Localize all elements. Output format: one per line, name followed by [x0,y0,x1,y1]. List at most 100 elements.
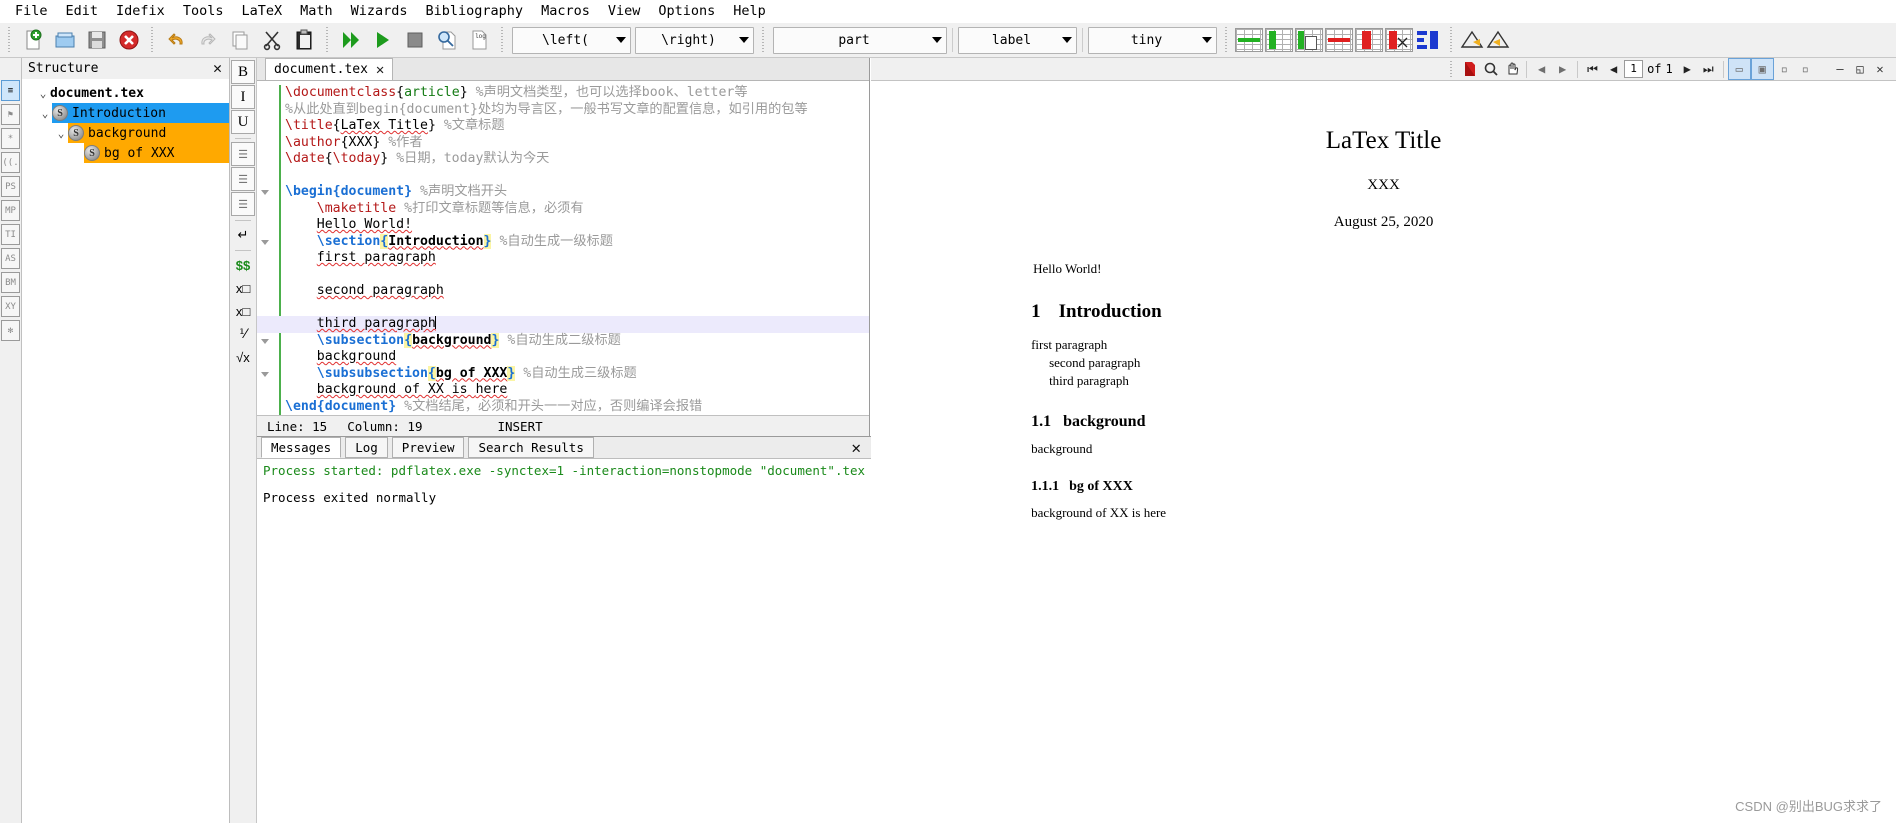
code-line[interactable]: second paragraph [285,283,869,300]
toolbar-grip-7[interactable] [1448,27,1455,53]
fold-triangle-icon[interactable] [261,190,269,195]
tab-log[interactable]: Log [345,437,388,458]
chevron-down-icon[interactable]: ⌄ [38,107,52,120]
view-pdf-button[interactable] [431,24,463,56]
fold-triangle-icon[interactable] [261,239,269,245]
bookmarks-view-icon[interactable]: ⚑ [1,104,20,125]
align-center-button[interactable]: ☰ [231,167,255,191]
structure-view-icon[interactable]: ≡ [1,80,20,101]
fold-triangle-icon[interactable] [261,338,269,344]
menu-item-bibliography[interactable]: Bibliography [417,1,533,21]
code-line[interactable]: \end{document} %文档结尾，必须和开头一一对应，否则编译会报错 [285,399,869,416]
menu-item-options[interactable]: Options [649,1,724,21]
stop-compile-button[interactable] [399,24,431,56]
chevron-down-icon[interactable]: ⌄ [36,87,50,100]
menu-item-view[interactable]: View [599,1,650,21]
tab-messages[interactable]: Messages [261,437,342,458]
bold-button[interactable]: B [231,60,255,84]
tree-item-background[interactable]: ⌄ Sbackground [58,123,229,143]
close-icon[interactable]: ✕ [210,61,225,76]
restore-dock-button[interactable]: ◱ [1851,61,1869,77]
close-icon[interactable]: ✕ [851,438,861,457]
pdf-page[interactable]: LaTex Title XXX August 25, 2020 Hello Wo… [871,81,1896,823]
toolbar-grip-3[interactable] [324,27,331,53]
previous-page-icon[interactable]: ◀ [1603,59,1624,79]
copy-button[interactable] [224,24,256,56]
code-line[interactable]: background of XX is here [285,382,869,399]
ti-symbols-view-icon[interactable]: TI [1,224,20,245]
underline-button[interactable]: U [231,110,255,134]
code-line[interactable]: \maketitle %打印文章标题等信息，必须有 [285,201,869,218]
subscript-button[interactable]: x□ [232,277,254,299]
menu-item-edit[interactable]: Edit [57,1,108,21]
warning-indicator-2-button[interactable] [1485,29,1511,51]
open-pdf-external-icon[interactable] [1459,59,1480,79]
tree-item-bg-of-xxx[interactable]: Sbg of XXX [84,143,229,163]
back-arrow-icon[interactable]: ◀ [1531,59,1552,79]
left-delimiter-select[interactable]: \left( [512,26,631,54]
superscript-button[interactable]: x□ [232,300,254,322]
code-line[interactable]: \section{Introduction} %自动生成一级标题 [285,233,869,251]
close-icon[interactable]: ✕ [376,62,384,78]
code-line[interactable] [285,168,869,185]
code-editor[interactable]: \documentclass{article} %声明文档类型，也可以选择boo… [257,81,869,415]
new-document-button[interactable] [17,24,49,56]
paste-column-button[interactable] [1295,28,1323,52]
chevron-down-icon[interactable]: ⌄ [54,127,68,140]
close-document-button[interactable] [113,24,145,56]
code-line[interactable]: first paragraph [285,250,869,267]
last-page-icon[interactable]: ⏭ [1698,59,1719,79]
open-document-button[interactable] [49,24,81,56]
tree-root-document[interactable]: ⌄ document.tex [22,83,229,103]
code-line[interactable]: third paragraph [257,316,869,333]
brackets-view-icon[interactable]: ((. [1,152,20,173]
toolbar-grip-1[interactable] [6,27,13,53]
next-page-icon[interactable]: ▶ [1677,59,1698,79]
newline-button[interactable]: ↵ [232,224,254,246]
fit-width-icon[interactable]: ▭ [1727,58,1751,80]
menu-item-macros[interactable]: Macros [532,1,599,21]
insert-column-left-button[interactable] [1265,28,1293,52]
paste-button[interactable] [288,24,320,56]
cut-button[interactable] [256,24,288,56]
compile-button[interactable] [367,24,399,56]
cut-column-button[interactable] [1385,28,1413,52]
reference-type-select[interactable]: label [958,26,1077,54]
code-line[interactable]: \begin{document} %声明文档开头 [285,184,869,201]
delete-column-button[interactable] [1355,28,1383,52]
menu-item-wizards[interactable]: Wizards [342,1,417,21]
section-level-select[interactable]: part [773,26,947,54]
code-line[interactable]: \title{LaTex Title} %文章标题 [285,118,869,135]
align-left-button[interactable]: ☰ [231,142,255,166]
undo-button[interactable] [160,24,192,56]
toolbar-grip-5[interactable] [760,27,767,53]
page-number-input[interactable]: 1 [1624,60,1644,78]
code-line[interactable]: %从此处直到begin{document}处均为导言区，一般书写文章的配置信息，… [285,102,869,119]
redo-button[interactable] [192,24,224,56]
menu-item-tools[interactable]: Tools [174,1,233,21]
insert-row-above-button[interactable] [1235,28,1263,52]
font-size-select[interactable]: tiny [1088,26,1217,54]
fold-triangle-icon[interactable] [261,371,269,377]
close-dock-button[interactable]: ✕ [1871,61,1889,77]
zoom-search-icon[interactable] [1480,59,1501,79]
menu-item-file[interactable]: File [6,1,57,21]
toolbar-grip-4[interactable] [499,27,506,53]
code-line[interactable]: \author{XXX} %作者 [285,135,869,152]
first-page-icon[interactable]: ⏮ [1582,59,1603,79]
pdf-toolbar-grip[interactable] [1448,60,1456,78]
view-log-button[interactable]: log [463,24,495,56]
bm-symbols-view-icon[interactable]: BM [1,272,20,293]
delete-row-button[interactable] [1325,28,1353,52]
mp-symbols-view-icon[interactable]: MP [1,200,20,221]
menu-item-latex[interactable]: LaTeX [232,1,291,21]
align-columns-button[interactable] [1415,28,1443,52]
continuous-page-icon[interactable]: ▫ [1795,59,1816,79]
favorites-view-icon[interactable]: ✻ [1,320,20,341]
fit-page-icon[interactable]: ▣ [1750,58,1774,80]
minimize-dock-button[interactable]: — [1831,61,1849,77]
forward-arrow-icon[interactable]: ▶ [1552,59,1573,79]
hand-pan-icon[interactable] [1501,59,1522,79]
code-line[interactable]: \date{\today} %日期，today默认为今天 [285,151,869,168]
build-and-view-button[interactable] [335,24,367,56]
